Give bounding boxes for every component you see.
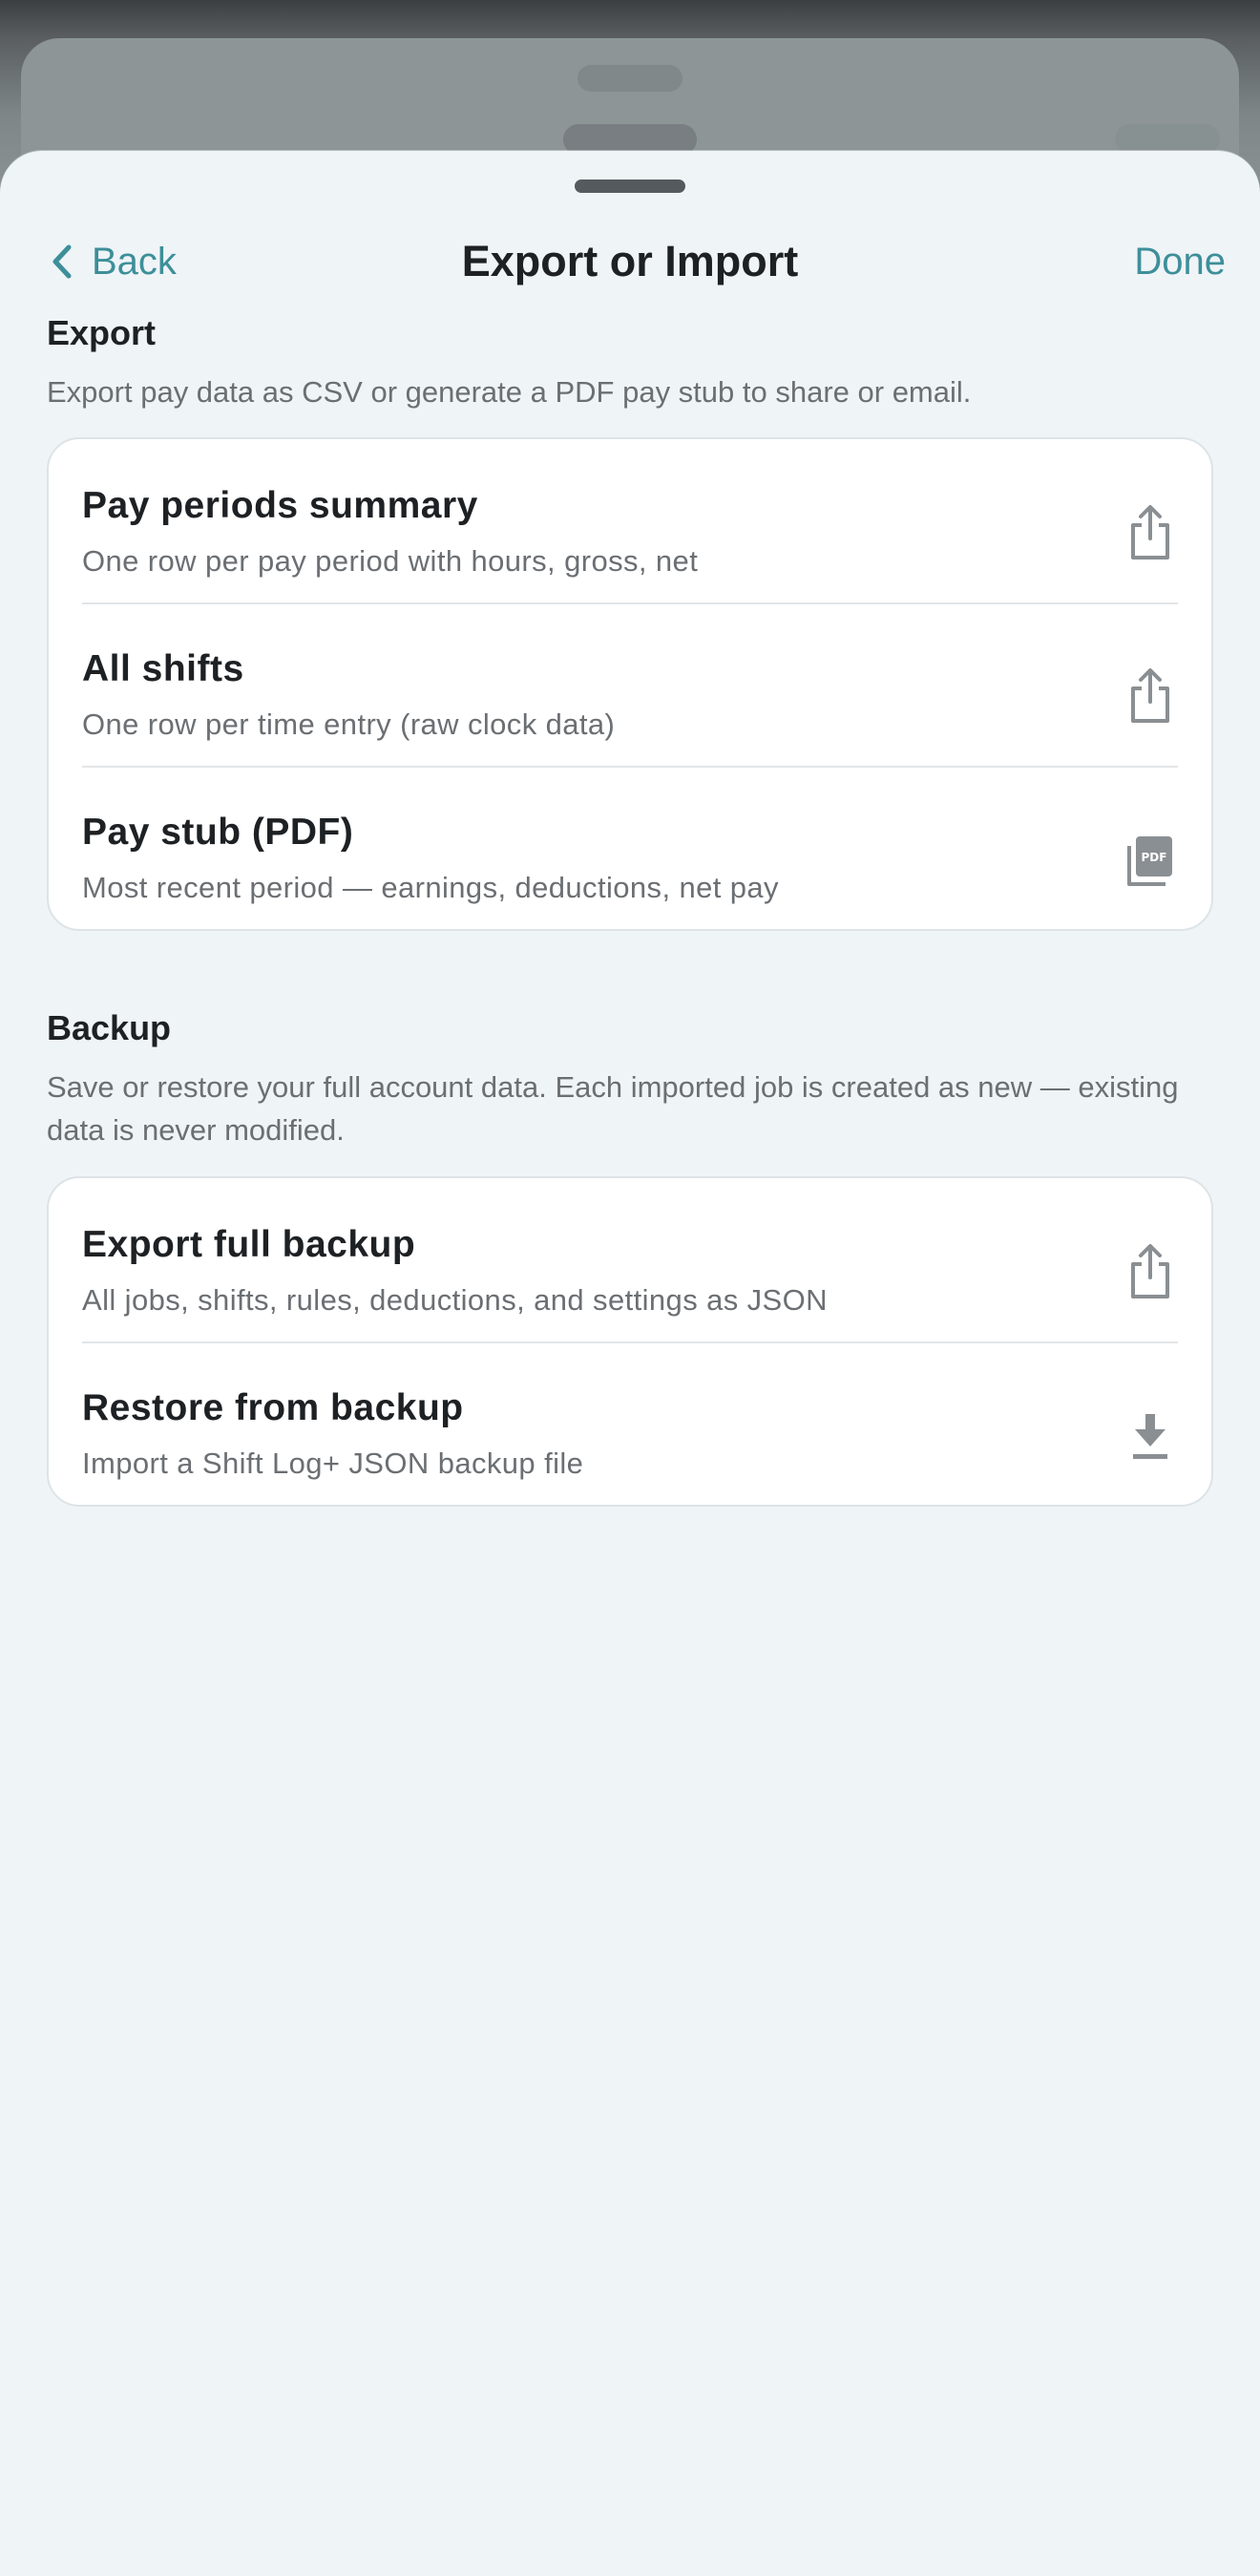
page-title: Export or Import xyxy=(461,237,799,285)
export-import-sheet: Back Export or Import Done Export Export… xyxy=(0,151,1260,2576)
export-section-description: Export pay data as CSV or generate a PDF… xyxy=(47,375,972,409)
share-icon[interactable] xyxy=(1125,1243,1175,1300)
export-options-card: Pay periods summary One row per pay peri… xyxy=(47,437,1213,931)
export-pay-periods-row[interactable]: Pay periods summary One row per pay peri… xyxy=(49,439,1211,602)
row-subtitle: One row per pay period with hours, gross… xyxy=(82,544,699,578)
backup-section-description: Save or restore your full account data. … xyxy=(47,1070,1179,1147)
background-blurred-text xyxy=(578,65,682,92)
background-blurred-button xyxy=(1115,124,1220,153)
row-subtitle: Import a Shift Log+ JSON backup file xyxy=(82,1446,584,1480)
svg-text:PDF: PDF xyxy=(1142,851,1167,864)
row-title: All shifts xyxy=(82,648,244,689)
row-title: Pay periods summary xyxy=(82,485,478,526)
restore-from-backup-row[interactable]: Restore from backup Import a Shift Log+ … xyxy=(49,1341,1211,1505)
share-icon[interactable] xyxy=(1125,504,1175,561)
export-pay-stub-row[interactable]: Pay stub (PDF) Most recent period — earn… xyxy=(49,766,1211,929)
navigation-bar: Back Export or Import Done xyxy=(0,222,1260,302)
share-icon[interactable] xyxy=(1125,667,1175,725)
row-title: Restore from backup xyxy=(82,1387,464,1428)
pdf-icon[interactable]: PDF xyxy=(1125,831,1175,888)
row-subtitle: Most recent period — earnings, deduction… xyxy=(82,871,779,904)
row-subtitle: All jobs, shifts, rules, deductions, and… xyxy=(82,1283,828,1317)
backup-section-title: Backup xyxy=(47,1008,172,1047)
export-full-backup-row[interactable]: Export full backup All jobs, shifts, rul… xyxy=(49,1178,1211,1341)
backup-options-card: Export full backup All jobs, shifts, rul… xyxy=(47,1176,1213,1507)
done-button[interactable]: Done xyxy=(1134,235,1226,288)
export-all-shifts-row[interactable]: All shifts One row per time entry (raw c… xyxy=(49,602,1211,766)
download-icon[interactable] xyxy=(1125,1406,1175,1464)
row-title: Export full backup xyxy=(82,1224,416,1265)
row-title: Pay stub (PDF) xyxy=(82,812,354,853)
sheet-grabber-handle[interactable] xyxy=(575,179,685,193)
export-section-title: Export xyxy=(47,313,157,352)
row-subtitle: One row per time entry (raw clock data) xyxy=(82,707,616,741)
